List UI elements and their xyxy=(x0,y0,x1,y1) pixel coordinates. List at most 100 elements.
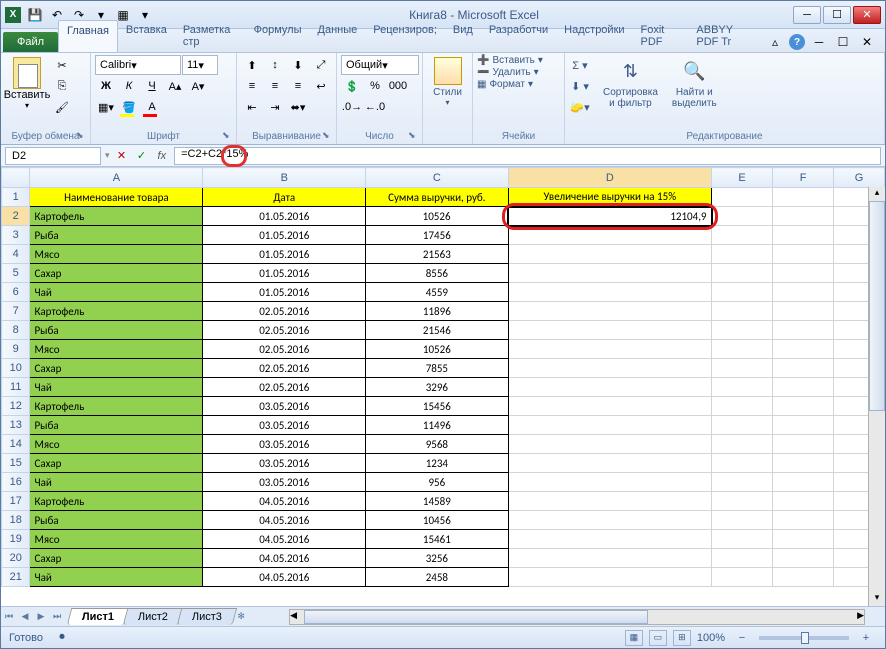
sheet-nav-prev[interactable]: ◀ xyxy=(17,609,33,625)
border-button[interactable]: ▦▾ xyxy=(95,97,117,117)
cell-D20[interactable] xyxy=(508,549,711,568)
cell-D6[interactable] xyxy=(508,283,711,302)
cell[interactable] xyxy=(712,359,773,378)
font-name-select[interactable]: Calibri ▾ xyxy=(95,55,181,75)
row-header-10[interactable]: 10 xyxy=(2,359,30,378)
cell-D18[interactable] xyxy=(508,511,711,530)
cell[interactable] xyxy=(773,397,834,416)
cell-B13[interactable]: 03.05.2016 xyxy=(203,416,366,435)
row-header-17[interactable]: 17 xyxy=(2,492,30,511)
tab-рецензиров;[interactable]: Рецензиров; xyxy=(365,20,445,52)
wrap-text-button[interactable]: ↩ xyxy=(310,76,332,96)
cell-A10[interactable]: Сахар xyxy=(30,359,203,378)
cell[interactable] xyxy=(773,207,834,226)
tab-разметка стр[interactable]: Разметка стр xyxy=(175,20,246,52)
cell-A15[interactable]: Сахар xyxy=(30,454,203,473)
tab-abbyy pdf tr[interactable]: ABBYY PDF Tr xyxy=(688,20,765,52)
cell-A7[interactable]: Картофель xyxy=(30,302,203,321)
cell-A17[interactable]: Картофель xyxy=(30,492,203,511)
header-cell[interactable]: Увеличение выручки на 15% xyxy=(508,188,711,207)
cell-A12[interactable]: Картофель xyxy=(30,397,203,416)
cell-B15[interactable]: 03.05.2016 xyxy=(203,454,366,473)
cell[interactable] xyxy=(773,435,834,454)
row-header-3[interactable]: 3 xyxy=(2,226,30,245)
col-header-G[interactable]: G xyxy=(834,168,885,188)
row-header-14[interactable]: 14 xyxy=(2,435,30,454)
cell-C7[interactable]: 11896 xyxy=(366,302,508,321)
number-launcher[interactable]: ⬊ xyxy=(408,130,420,142)
tab-foxit pdf[interactable]: Foxit PDF xyxy=(633,20,689,52)
row-header-7[interactable]: 7 xyxy=(2,302,30,321)
enter-formula-button[interactable]: ✓ xyxy=(134,146,150,166)
cell-C10[interactable]: 7855 xyxy=(366,359,508,378)
cell[interactable] xyxy=(712,530,773,549)
row-header-8[interactable]: 8 xyxy=(2,321,30,340)
cell-B20[interactable]: 04.05.2016 xyxy=(203,549,366,568)
delete-cells-button[interactable]: ➖Удалить ▾ xyxy=(477,67,560,78)
cell-A8[interactable]: Рыба xyxy=(30,321,203,340)
shrink-font-button[interactable]: A▾ xyxy=(187,76,209,96)
cell-C2[interactable]: 10526 xyxy=(366,207,508,226)
cell-D16[interactable] xyxy=(508,473,711,492)
cell-D21[interactable] xyxy=(508,568,711,587)
font-color-button[interactable]: A xyxy=(141,97,163,117)
cell-A16[interactable]: Чай xyxy=(30,473,203,492)
paste-button[interactable]: Вставить ▾ xyxy=(5,55,49,142)
minimize-button[interactable]: ─ xyxy=(793,6,821,24)
cell-C11[interactable]: 3296 xyxy=(366,378,508,397)
cell-A4[interactable]: Мясо xyxy=(30,245,203,264)
format-painter-button[interactable]: 🖌 xyxy=(51,97,73,117)
align-center[interactable]: ≡ xyxy=(264,76,286,96)
cell[interactable] xyxy=(773,226,834,245)
currency-button[interactable]: 💲 xyxy=(341,76,363,96)
cell[interactable] xyxy=(773,511,834,530)
cell[interactable] xyxy=(773,359,834,378)
orientation-button[interactable]: ⤢ xyxy=(310,55,332,75)
cell-B17[interactable]: 04.05.2016 xyxy=(203,492,366,511)
maximize-button[interactable]: ☐ xyxy=(823,6,851,24)
cell[interactable] xyxy=(773,530,834,549)
hscroll-thumb[interactable] xyxy=(304,610,648,624)
cell-D15[interactable] xyxy=(508,454,711,473)
cell[interactable] xyxy=(712,568,773,587)
cell-C14[interactable]: 9568 xyxy=(366,435,508,454)
find-select-button[interactable]: 🔍 Найти и выделить xyxy=(666,55,723,142)
wb-close[interactable]: ✕ xyxy=(857,32,877,52)
tab-вставка[interactable]: Вставка xyxy=(118,20,175,52)
cell-C4[interactable]: 21563 xyxy=(366,245,508,264)
cell-C17[interactable]: 14589 xyxy=(366,492,508,511)
zoom-in-button[interactable]: + xyxy=(855,628,877,648)
fill-color-button[interactable]: 🪣 xyxy=(118,97,140,117)
bold-button[interactable]: Ж xyxy=(95,76,117,96)
font-size-select[interactable]: 11 ▾ xyxy=(182,55,218,75)
cell-D19[interactable] xyxy=(508,530,711,549)
cell-C20[interactable]: 3256 xyxy=(366,549,508,568)
decrease-indent[interactable]: ⇤ xyxy=(241,97,263,117)
cell[interactable] xyxy=(773,549,834,568)
cell-C6[interactable]: 4559 xyxy=(366,283,508,302)
font-launcher[interactable]: ⬊ xyxy=(222,130,234,142)
cell[interactable] xyxy=(712,435,773,454)
file-tab[interactable]: Файл xyxy=(3,32,58,52)
row-header-5[interactable]: 5 xyxy=(2,264,30,283)
sheet-nav-last[interactable]: ⏭ xyxy=(49,609,65,625)
row-header-6[interactable]: 6 xyxy=(2,283,30,302)
cell-A5[interactable]: Сахар xyxy=(30,264,203,283)
cell[interactable] xyxy=(773,416,834,435)
row-header-12[interactable]: 12 xyxy=(2,397,30,416)
wb-minimize[interactable]: ─ xyxy=(809,32,829,52)
minimize-ribbon[interactable]: ▵ xyxy=(765,32,785,52)
align-right[interactable]: ≡ xyxy=(287,76,309,96)
cell[interactable] xyxy=(712,283,773,302)
cell[interactable] xyxy=(773,492,834,511)
cell[interactable] xyxy=(773,454,834,473)
cell[interactable] xyxy=(712,378,773,397)
cell[interactable] xyxy=(773,378,834,397)
cell-A20[interactable]: Сахар xyxy=(30,549,203,568)
cell-A13[interactable]: Рыба xyxy=(30,416,203,435)
tab-вид[interactable]: Вид xyxy=(445,20,481,52)
cell[interactable] xyxy=(712,492,773,511)
cell[interactable] xyxy=(773,188,834,207)
cell-D17[interactable] xyxy=(508,492,711,511)
tab-разработчи[interactable]: Разработчи xyxy=(481,20,556,52)
